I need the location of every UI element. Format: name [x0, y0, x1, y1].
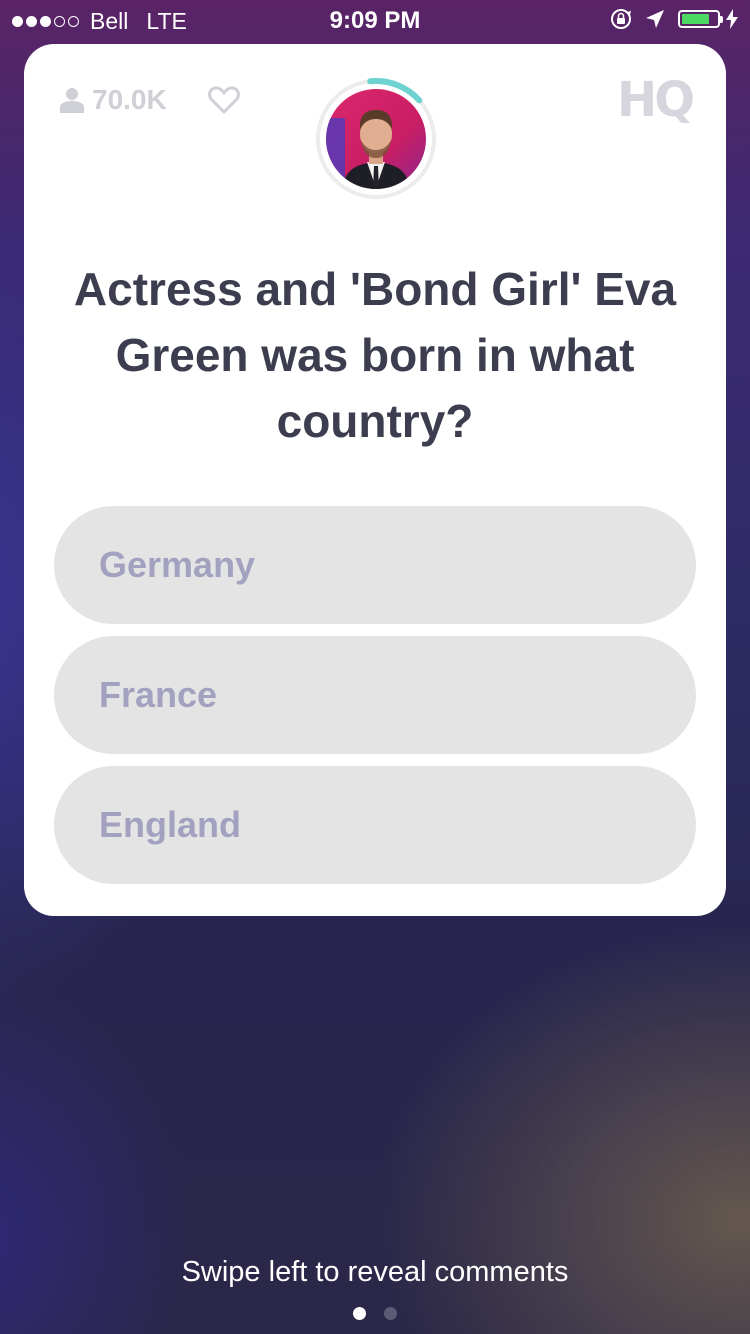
battery-icon [678, 10, 723, 28]
question-card: 70.0K HQ Actress and 'Bond Girl' Eva Gre… [24, 44, 726, 916]
rotation-lock-icon [611, 9, 632, 29]
location-arrow-icon [646, 10, 664, 28]
answer-option-2[interactable]: France [54, 636, 696, 754]
heart-icon[interactable] [208, 86, 240, 114]
answer-option-1[interactable]: Germany [54, 506, 696, 624]
host-avatar [315, 78, 437, 200]
question-text: Actress and 'Bond Girl' Eva Green was bo… [73, 263, 677, 447]
lightning-bolt-icon [726, 9, 738, 29]
answer-label: Germany [99, 544, 256, 585]
timer-ring [316, 78, 436, 199]
viewer-count-value: 70.0K [92, 84, 167, 115]
status-right [610, 8, 738, 30]
answer-label: England [99, 804, 241, 845]
answer-label: France [99, 674, 218, 715]
user-icon [60, 88, 84, 113]
hq-logo: HQ [617, 72, 695, 128]
battery-level [682, 14, 710, 24]
page-indicator[interactable] [0, 1307, 750, 1320]
status-bar: Bell LTE 9:09 PM [0, 0, 750, 40]
page-dot-1 [353, 1307, 366, 1320]
answer-option-3[interactable]: England [54, 766, 696, 884]
viewer-count: 70.0K [60, 84, 167, 116]
swipe-hint: Swipe left to reveal comments [181, 1256, 569, 1288]
page-dot-2 [384, 1307, 397, 1320]
